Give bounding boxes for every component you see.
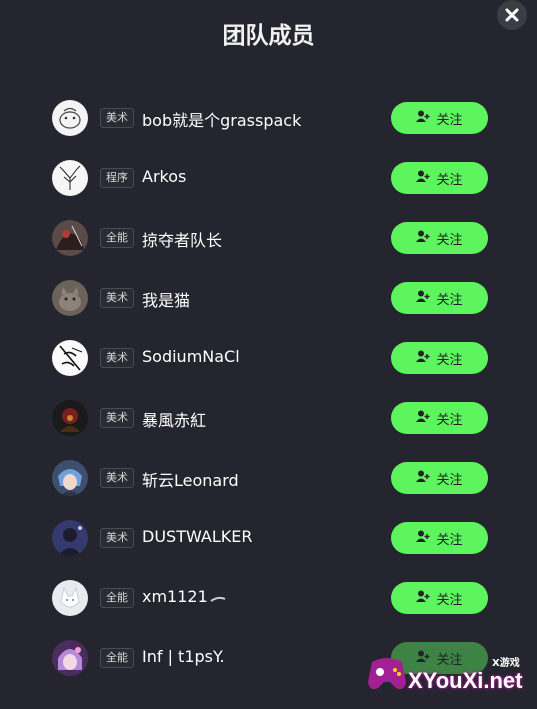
member-name[interactable]: 斩云Leonard [142, 467, 239, 491]
member-name[interactable]: Arkos [142, 167, 186, 186]
member-name-text: xm1121 [142, 587, 208, 606]
role-badge: 全能 [100, 648, 134, 668]
close-button[interactable] [497, 0, 527, 30]
avatar[interactable] [52, 100, 88, 136]
add-user-icon [416, 230, 430, 247]
role-badge: 美术 [100, 108, 134, 128]
member-row: 美术 bob就是个grasspack 关注 [0, 97, 537, 141]
avatar[interactable] [52, 580, 88, 616]
add-user-icon [416, 110, 430, 127]
gamepad-logo-icon [368, 658, 406, 690]
add-user-icon [416, 170, 430, 187]
member-row: 全能 掠夺者队长 关注 [0, 217, 537, 261]
member-row: 美术 斩云Leonard 关注 [0, 457, 537, 501]
name-decoration-icon [210, 588, 226, 607]
follow-label: 关注 [436, 532, 463, 548]
follow-button[interactable]: 关注 [391, 402, 488, 434]
role-badge: 美术 [100, 468, 134, 488]
watermark-small-text: X游戏 [492, 658, 520, 669]
role-badge: 美术 [100, 528, 134, 548]
member-name[interactable]: DUSTWALKER [142, 527, 252, 546]
follow-button[interactable]: 关注 [391, 162, 488, 194]
member-row: 美术 暴風赤紅 关注 [0, 397, 537, 441]
follow-label: 关注 [436, 592, 463, 608]
follow-button[interactable]: 关注 [391, 522, 488, 554]
follow-label: 关注 [436, 412, 463, 428]
follow-button[interactable]: 关注 [391, 462, 488, 494]
role-badge: 美术 [100, 408, 134, 428]
role-badge: 全能 [100, 228, 134, 248]
follow-button[interactable]: 关注 [391, 582, 488, 614]
follow-label: 关注 [436, 352, 463, 368]
member-name[interactable]: SodiumNaCl [142, 347, 240, 366]
member-name[interactable]: 暴風赤紅 [142, 407, 206, 431]
avatar[interactable] [52, 280, 88, 316]
member-name[interactable]: bob就是个grasspack [142, 107, 301, 131]
member-row: 美术 SodiumNaCl 关注 [0, 337, 537, 381]
follow-label: 关注 [436, 472, 463, 488]
add-user-icon [416, 350, 430, 367]
role-badge: 全能 [100, 588, 134, 608]
member-row: 美术 我是猫 关注 [0, 277, 537, 321]
add-user-icon [416, 590, 430, 607]
role-badge: 美术 [100, 288, 134, 308]
member-name[interactable]: 我是猫 [142, 287, 190, 311]
member-row: 程序 Arkos 关注 [0, 157, 537, 201]
avatar[interactable] [52, 340, 88, 376]
follow-button[interactable]: 关注 [391, 282, 488, 314]
add-user-icon [416, 290, 430, 307]
add-user-icon [416, 530, 430, 547]
add-user-icon [416, 470, 430, 487]
watermark-text: XYouXi.net [408, 668, 523, 693]
follow-button[interactable]: 关注 [391, 222, 488, 254]
avatar[interactable] [52, 400, 88, 436]
watermark: X游戏 XYouXi.net [362, 646, 537, 709]
avatar[interactable] [52, 220, 88, 256]
follow-button[interactable]: 关注 [391, 342, 488, 374]
member-name[interactable]: 掠夺者队长 [142, 227, 222, 251]
member-name[interactable]: xm1121 [142, 587, 226, 607]
follow-button[interactable]: 关注 [391, 102, 488, 134]
role-badge: 程序 [100, 168, 134, 188]
close-icon [505, 8, 519, 22]
page-title: 团队成员 [222, 23, 315, 49]
follow-label: 关注 [436, 232, 463, 248]
follow-label: 关注 [436, 172, 463, 188]
member-row: 美术 DUSTWALKER 关注 [0, 517, 537, 561]
add-user-icon [416, 410, 430, 427]
avatar[interactable] [52, 160, 88, 196]
follow-label: 关注 [436, 292, 463, 308]
avatar[interactable] [52, 640, 88, 676]
avatar[interactable] [52, 520, 88, 556]
role-badge: 美术 [100, 348, 134, 368]
avatar[interactable] [52, 460, 88, 496]
follow-label: 关注 [436, 112, 463, 128]
member-row: 全能 xm1121 关注 [0, 577, 537, 621]
member-name[interactable]: Inf | t1psY. [142, 647, 225, 666]
